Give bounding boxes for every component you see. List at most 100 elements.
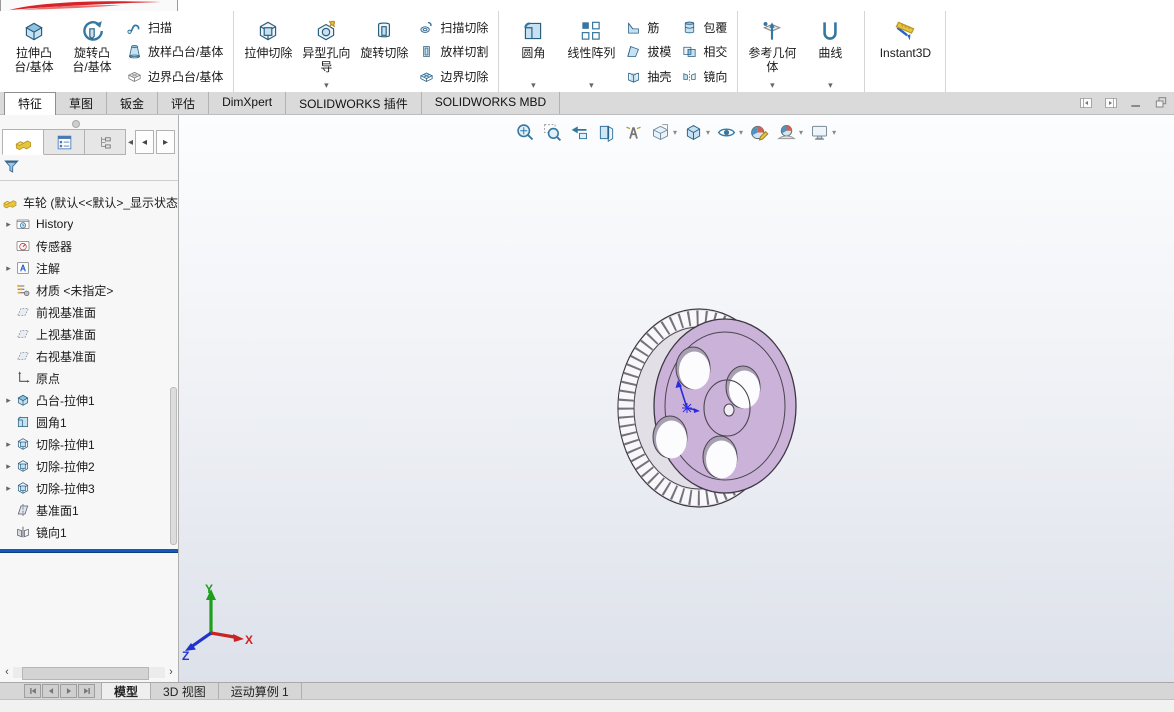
tree-item[interactable]: ▸ 切除-拉伸1 bbox=[0, 433, 178, 455]
status-bar bbox=[0, 699, 1174, 712]
dropdown-arrow-icon[interactable]: ▾ bbox=[324, 81, 329, 90]
command-tab[interactable]: 钣金 bbox=[107, 92, 159, 114]
ribbon-button-extruded-boss[interactable]: 拉伸凸台/基体 bbox=[5, 13, 63, 90]
ribbon-button-hole-wizard[interactable]: 异型孔向导 ▾ bbox=[297, 13, 355, 90]
ribbon-button-extruded-cut[interactable]: 拉伸切除 bbox=[239, 13, 297, 90]
dropdown-arrow-icon[interactable]: ▾ bbox=[706, 128, 710, 137]
ribbon-button-shell[interactable]: 抽壳 bbox=[622, 65, 674, 87]
ribbon-button-boundary-cut[interactable]: 边界切除 bbox=[415, 65, 491, 87]
pane-left-button[interactable] bbox=[1078, 95, 1094, 111]
dropdown-arrow-icon[interactable]: ▾ bbox=[739, 128, 743, 137]
dropdown-arrow-icon[interactable]: ▾ bbox=[589, 81, 594, 90]
expand-arrow-icon[interactable]: ▸ bbox=[2, 263, 15, 274]
study-tab[interactable]: 模型 bbox=[101, 683, 152, 699]
dropdown-arrow-icon[interactable]: ▾ bbox=[673, 128, 677, 137]
scroll-left-arrow-icon[interactable]: ‹ bbox=[1, 667, 13, 678]
ribbon-button-intersect[interactable]: 相交 bbox=[678, 41, 730, 63]
view-orientation-button[interactable]: ▾ bbox=[649, 121, 678, 144]
annotation-visibility-button[interactable] bbox=[622, 121, 645, 144]
tree-item[interactable]: 车轮 (默认<<默认>_显示状态 bbox=[0, 191, 178, 213]
zoom-to-area-button[interactable] bbox=[541, 121, 564, 144]
ribbon-button-curves[interactable]: 曲线 ▾ bbox=[801, 13, 859, 90]
hide-show-items-button[interactable]: ▾ bbox=[715, 121, 744, 144]
tree-item[interactable]: 原点 bbox=[0, 367, 178, 389]
ribbon-button-revolved-boss[interactable]: 旋转凸台/基体 bbox=[63, 13, 121, 90]
tree-item[interactable]: ▸ 切除-拉伸3 bbox=[0, 477, 178, 499]
ribbon-button-draft[interactable]: 拔模 bbox=[622, 41, 674, 63]
tab-scroll-left-icon[interactable]: ◂ bbox=[128, 137, 133, 148]
model-wheel[interactable] bbox=[579, 290, 811, 525]
tree-item[interactable]: ▸ 切除-拉伸2 bbox=[0, 455, 178, 477]
expand-arrow-icon[interactable]: ▸ bbox=[2, 483, 15, 494]
command-tab[interactable]: DimXpert bbox=[209, 92, 287, 114]
pane-right-button[interactable] bbox=[1103, 95, 1119, 111]
ribbon-button-mirror[interactable]: 镜向 bbox=[678, 65, 730, 87]
next-study-button[interactable] bbox=[60, 684, 77, 698]
tree-item[interactable]: 传感器 bbox=[0, 235, 178, 257]
dropdown-arrow-icon[interactable]: ▾ bbox=[770, 81, 775, 90]
command-tab[interactable]: 评估 bbox=[158, 92, 210, 114]
ribbon-button-fillet[interactable]: 圆角 ▾ bbox=[504, 13, 562, 90]
ribbon-button-boundary-boss[interactable]: 边界凸台/基体 bbox=[123, 65, 226, 87]
dropdown-arrow-icon[interactable]: ▾ bbox=[828, 81, 833, 90]
tree-item[interactable]: ▸ History bbox=[0, 213, 178, 235]
restore-window-button[interactable] bbox=[1153, 95, 1169, 111]
rollback-bar[interactable] bbox=[0, 549, 178, 553]
ribbon-button-linear-pattern[interactable]: 线性阵列 ▾ bbox=[562, 13, 620, 90]
dropdown-arrow-icon[interactable]: ▾ bbox=[799, 128, 803, 137]
display-style-button[interactable]: ▾ bbox=[682, 121, 711, 144]
scrollbar-thumb[interactable] bbox=[22, 667, 149, 680]
tree-filter-button[interactable] bbox=[2, 157, 21, 179]
tree-vertical-scrollbar[interactable] bbox=[170, 387, 177, 545]
scroll-right-arrow-icon[interactable]: › bbox=[165, 667, 177, 678]
panel-grip-dot[interactable] bbox=[72, 120, 80, 128]
tree-item[interactable]: 前视基准面 bbox=[0, 301, 178, 323]
tab-scroll-right-button[interactable]: ▸ bbox=[156, 130, 176, 154]
zoom-to-fit-button[interactable] bbox=[514, 121, 537, 144]
tree-item[interactable]: 上视基准面 bbox=[0, 323, 178, 345]
ribbon-button-rib[interactable]: 筋 bbox=[622, 16, 674, 38]
study-tab[interactable]: 3D 视图 bbox=[151, 683, 219, 699]
tree-item[interactable]: 镜向1 bbox=[0, 521, 178, 543]
section-view-button[interactable] bbox=[595, 121, 618, 144]
dropdown-arrow-icon[interactable]: ▾ bbox=[531, 81, 536, 90]
previous-view-button[interactable] bbox=[568, 121, 591, 144]
previous-study-button[interactable] bbox=[42, 684, 59, 698]
tree-item[interactable]: ▸ 注解 bbox=[0, 257, 178, 279]
edit-appearance-button[interactable] bbox=[748, 121, 771, 144]
scrollbar-track[interactable] bbox=[13, 667, 165, 680]
ribbon-button-lofted-cut[interactable]: 放样切割 bbox=[415, 41, 491, 63]
last-study-button[interactable] bbox=[78, 684, 95, 698]
tab-scroll-left-button[interactable]: ◂ bbox=[135, 130, 155, 154]
tree-item[interactable]: 圆角1 bbox=[0, 411, 178, 433]
ribbon-button-swept-cut[interactable]: 扫描切除 bbox=[415, 16, 491, 38]
expand-arrow-icon[interactable]: ▸ bbox=[2, 395, 15, 406]
command-tab[interactable]: SOLIDWORKS MBD bbox=[422, 92, 561, 114]
dropdown-arrow-icon[interactable]: ▾ bbox=[832, 128, 836, 137]
tree-item[interactable]: 基准面1 bbox=[0, 499, 178, 521]
view-settings-button[interactable]: ▾ bbox=[808, 121, 837, 144]
command-tab[interactable]: 草图 bbox=[56, 92, 108, 114]
first-study-button[interactable] bbox=[24, 684, 41, 698]
ribbon-button-reference-geometry[interactable]: 参考几何体 ▾ bbox=[743, 13, 801, 90]
tree-item[interactable]: ▸ 凸台-拉伸1 bbox=[0, 389, 178, 411]
minimize-window-button[interactable] bbox=[1128, 95, 1144, 111]
configurationmanager-tab[interactable] bbox=[85, 129, 126, 155]
ribbon-button-lofted-boss[interactable]: 放样凸台/基体 bbox=[123, 41, 226, 63]
propertymanager-tab[interactable] bbox=[44, 129, 85, 155]
graphics-viewport[interactable]: ▾ ▾ ▾ ▾ ▾ Y X Z bbox=[179, 115, 1174, 683]
study-tab[interactable]: 运动算例 1 bbox=[219, 683, 302, 699]
ribbon-button-instant3d[interactable]: Instant3D bbox=[870, 13, 940, 90]
expand-arrow-icon[interactable]: ▸ bbox=[2, 219, 15, 230]
tree-item[interactable]: 材质 <未指定> bbox=[0, 279, 178, 301]
featuremanager-tab[interactable] bbox=[2, 129, 44, 155]
ribbon-button-revolved-cut[interactable]: 旋转切除 bbox=[355, 13, 413, 90]
apply-scene-button[interactable]: ▾ bbox=[775, 121, 804, 144]
ribbon-button-wrap[interactable]: 包覆 bbox=[678, 16, 730, 38]
ribbon-button-sweep[interactable]: 扫描 bbox=[123, 16, 226, 38]
expand-arrow-icon[interactable]: ▸ bbox=[2, 461, 15, 472]
command-tab[interactable]: 特征 bbox=[4, 92, 57, 115]
command-tab[interactable]: SOLIDWORKS 插件 bbox=[286, 92, 422, 114]
tree-item[interactable]: 右视基准面 bbox=[0, 345, 178, 367]
expand-arrow-icon[interactable]: ▸ bbox=[2, 439, 15, 450]
